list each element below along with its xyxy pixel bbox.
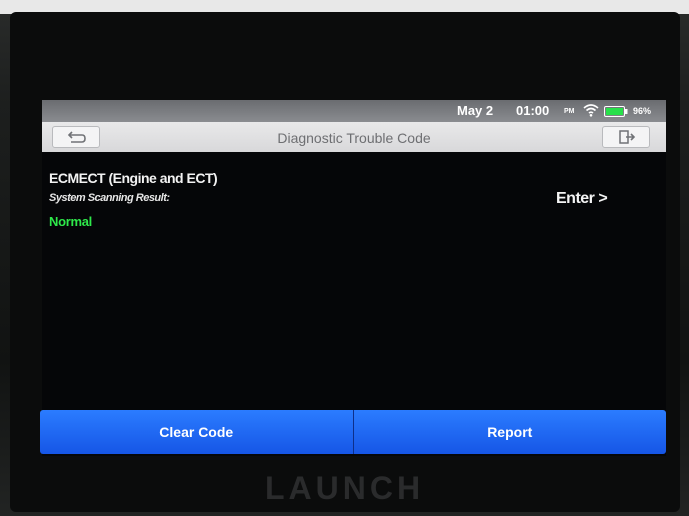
wifi-icon <box>583 104 599 117</box>
clear-code-button[interactable]: Clear Code <box>40 410 354 454</box>
status-bar: May 2 01:00 PM 96% <box>42 100 666 122</box>
status-time: 01:00 <box>516 103 550 118</box>
scan-status: Normal <box>49 214 92 229</box>
page-title: Diagnostic Trouble Code <box>277 130 431 146</box>
enter-button[interactable]: Enter > <box>556 190 608 208</box>
action-bar: Clear Code Report <box>40 410 666 454</box>
device-screen: May 2 01:00 PM 96% Diagnostic Trouble Co… <box>42 100 666 456</box>
exit-button[interactable] <box>602 126 650 148</box>
status-ampm: PM <box>564 108 575 115</box>
system-name: ECMECT (Engine and ECT) <box>49 170 218 186</box>
brand-logo: LAUNCH <box>264 470 425 506</box>
title-bar: Diagnostic Trouble Code <box>42 122 666 152</box>
photo-background: May 2 01:00 PM 96% Diagnostic Trouble Co… <box>0 0 689 516</box>
report-button[interactable]: Report <box>353 410 666 454</box>
exit-icon <box>619 130 636 144</box>
battery-percent: 96% <box>633 106 652 116</box>
battery-icon <box>604 105 628 117</box>
result-panel: ECMECT (Engine and ECT) System Scanning … <box>42 152 666 408</box>
scan-result-label: System Scanning Result: <box>49 192 170 204</box>
status-date: May 2 <box>457 103 494 118</box>
